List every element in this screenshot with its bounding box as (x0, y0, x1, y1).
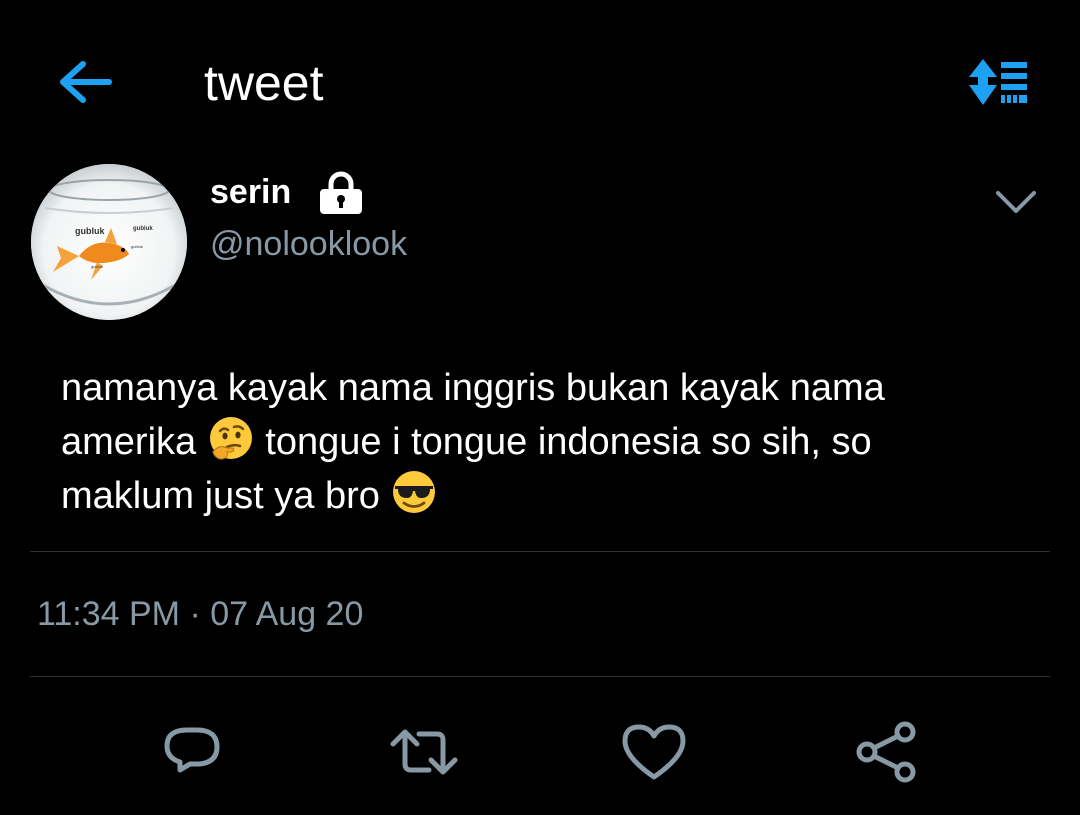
chevron-down-icon (996, 191, 1036, 213)
like-icon (622, 724, 686, 780)
reply-icon (164, 727, 220, 773)
tweet-line: tongue i tongue indonesia so sih, so (265, 421, 872, 463)
share-icon (856, 721, 916, 783)
divider (30, 551, 1050, 552)
share-button[interactable] (846, 712, 926, 792)
tweet-text: namanya kayak nama inggris bukan kayak n… (61, 362, 1051, 522)
avatar-fishbowl-image: gubluk gubluk gubluk gubluk (31, 164, 187, 320)
tweet-timestamp: 11:34 PM · 07 Aug 20 (37, 595, 364, 633)
display-name[interactable]: serin (210, 170, 291, 214)
thinking-face-emoji (209, 417, 252, 460)
like-button[interactable] (614, 712, 694, 792)
tweet-line: amerika (61, 421, 197, 463)
retweet-button[interactable] (384, 712, 464, 792)
retweet-icon (390, 729, 458, 775)
page-title: tweet (204, 55, 324, 111)
avatar-label: gubluk (75, 226, 105, 236)
back-button[interactable] (52, 52, 118, 112)
tweet-line: namanya kayak nama inggris bukan kayak n… (61, 367, 885, 409)
top-app-bar: tweet (0, 0, 1080, 165)
sort-button[interactable] (962, 52, 1042, 112)
lock-icon (320, 171, 362, 214)
sort-list-icon (969, 59, 1027, 105)
divider (30, 676, 1050, 677)
arrow-left-icon (60, 61, 112, 103)
more-options-button[interactable] (986, 180, 1046, 224)
avatar[interactable]: gubluk gubluk gubluk gubluk (31, 164, 187, 320)
tweet-line: maklum just ya bro (61, 475, 380, 517)
avatar-label: gubluk (131, 244, 143, 249)
user-handle[interactable]: @nolooklook (210, 222, 407, 266)
reply-button[interactable] (152, 712, 232, 792)
sunglasses-face-emoji (393, 471, 436, 513)
avatar-label: gubluk (133, 226, 153, 232)
avatar-label: gubluk (91, 264, 103, 269)
